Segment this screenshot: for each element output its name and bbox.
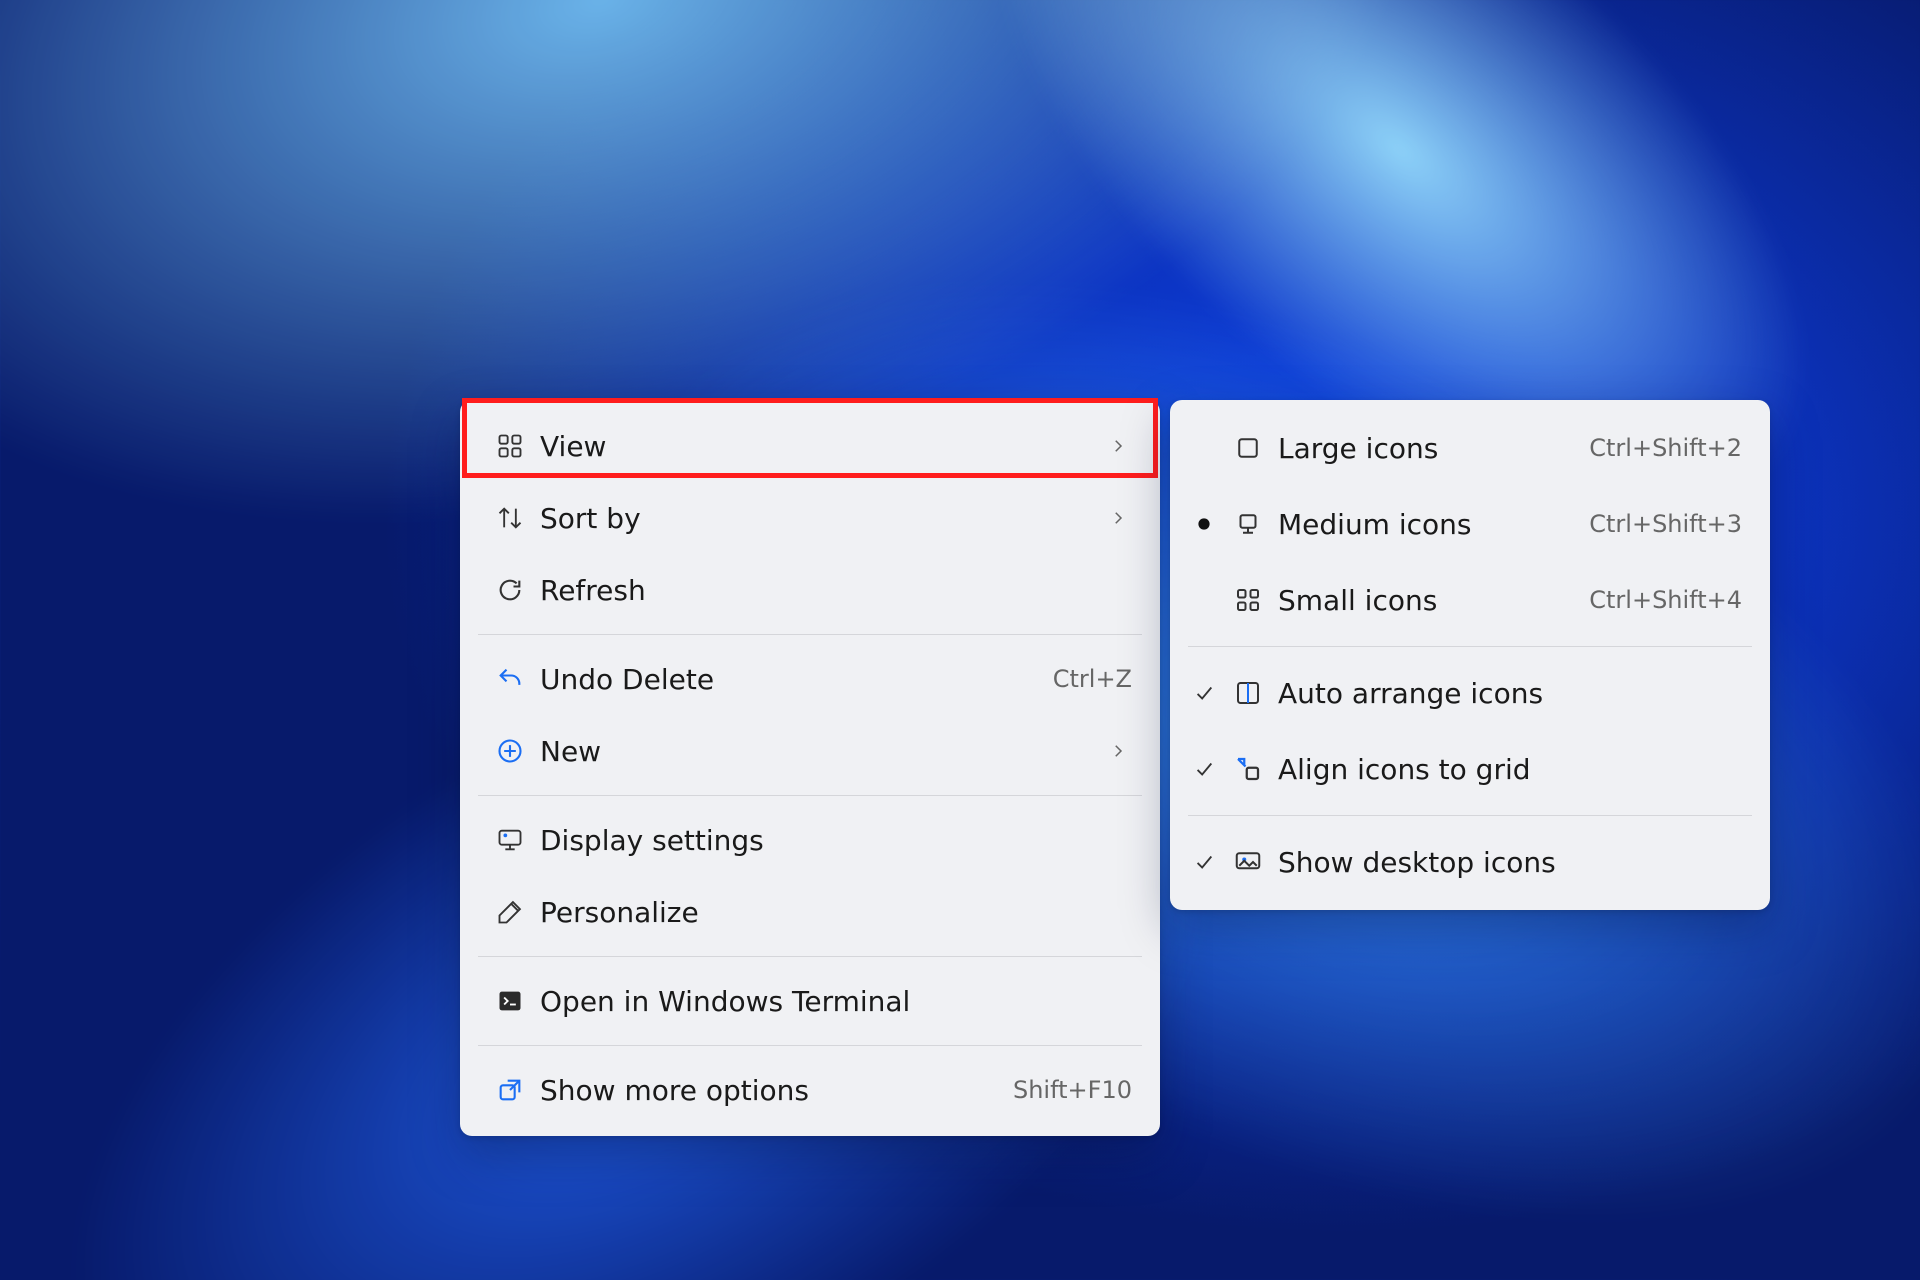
plus-circle-icon bbox=[488, 737, 532, 765]
check-mark-icon bbox=[1184, 851, 1224, 873]
menu-item-show-more-options[interactable]: Show more options Shift+F10 bbox=[460, 1054, 1160, 1126]
submenu-item-auto-arrange[interactable]: Auto arrange icons bbox=[1170, 655, 1770, 731]
menu-item-label: Open in Windows Terminal bbox=[532, 985, 1132, 1018]
menu-item-label: Display settings bbox=[532, 824, 1132, 857]
menu-separator bbox=[1188, 646, 1752, 647]
menu-separator bbox=[478, 1045, 1142, 1046]
open-external-icon bbox=[488, 1076, 532, 1104]
menu-separator bbox=[478, 795, 1142, 796]
align-grid-icon bbox=[1224, 754, 1272, 784]
submenu-item-label: Medium icons bbox=[1272, 508, 1589, 541]
radio-mark-selected bbox=[1184, 517, 1224, 531]
chevron-right-icon bbox=[1104, 742, 1132, 760]
medium-icons-icon bbox=[1224, 509, 1272, 539]
check-mark-icon bbox=[1184, 758, 1224, 780]
submenu-item-label: Large icons bbox=[1272, 432, 1589, 465]
menu-item-personalize[interactable]: Personalize bbox=[460, 876, 1160, 948]
desktop-context-menu: View Sort by Refresh bbox=[460, 400, 1160, 1136]
menu-item-shortcut: Ctrl+Z bbox=[1037, 665, 1132, 693]
submenu-item-label: Show desktop icons bbox=[1272, 846, 1742, 879]
menu-item-label: Personalize bbox=[532, 896, 1132, 929]
sort-arrows-icon bbox=[488, 504, 532, 532]
menu-separator bbox=[1188, 815, 1752, 816]
menu-item-view[interactable]: View bbox=[460, 410, 1160, 482]
brush-icon bbox=[488, 898, 532, 926]
small-icons-icon bbox=[1224, 585, 1272, 615]
menu-item-label: Show more options bbox=[532, 1074, 997, 1107]
submenu-item-label: Small icons bbox=[1272, 584, 1589, 617]
menu-item-refresh[interactable]: Refresh bbox=[460, 554, 1160, 626]
menu-item-label: Refresh bbox=[532, 574, 1132, 607]
show-desktop-icon bbox=[1224, 847, 1272, 877]
view-submenu: Large icons Ctrl+Shift+2 Medium icons Ct… bbox=[1170, 400, 1770, 910]
display-settings-icon bbox=[488, 826, 532, 854]
menu-item-label: Sort by bbox=[532, 502, 1104, 535]
menu-separator bbox=[478, 634, 1142, 635]
undo-icon bbox=[488, 665, 532, 693]
large-icons-icon bbox=[1224, 433, 1272, 463]
menu-item-sort-by[interactable]: Sort by bbox=[460, 482, 1160, 554]
menu-item-windows-terminal[interactable]: Open in Windows Terminal bbox=[460, 965, 1160, 1037]
menu-item-new[interactable]: New bbox=[460, 715, 1160, 787]
refresh-icon bbox=[488, 576, 532, 604]
menu-item-label: New bbox=[532, 735, 1104, 768]
menu-item-undo-delete[interactable]: Undo Delete Ctrl+Z bbox=[460, 643, 1160, 715]
menu-item-display-settings[interactable]: Display settings bbox=[460, 804, 1160, 876]
menu-item-label: View bbox=[532, 430, 1104, 463]
submenu-item-large-icons[interactable]: Large icons Ctrl+Shift+2 bbox=[1170, 410, 1770, 486]
auto-arrange-icon bbox=[1224, 678, 1272, 708]
grid-icon bbox=[488, 432, 532, 460]
check-mark-icon bbox=[1184, 682, 1224, 704]
submenu-item-label: Align icons to grid bbox=[1272, 753, 1742, 786]
chevron-right-icon bbox=[1104, 509, 1132, 527]
menu-item-label: Undo Delete bbox=[532, 663, 1037, 696]
submenu-item-label: Auto arrange icons bbox=[1272, 677, 1742, 710]
menu-item-shortcut: Shift+F10 bbox=[997, 1076, 1132, 1104]
submenu-item-show-desktop-icons[interactable]: Show desktop icons bbox=[1170, 824, 1770, 900]
submenu-item-shortcut: Ctrl+Shift+4 bbox=[1589, 586, 1742, 614]
submenu-item-align-to-grid[interactable]: Align icons to grid bbox=[1170, 731, 1770, 807]
chevron-right-icon bbox=[1104, 437, 1132, 455]
submenu-item-small-icons[interactable]: Small icons Ctrl+Shift+4 bbox=[1170, 562, 1770, 638]
terminal-icon bbox=[488, 987, 532, 1015]
submenu-item-shortcut: Ctrl+Shift+3 bbox=[1589, 510, 1742, 538]
submenu-item-medium-icons[interactable]: Medium icons Ctrl+Shift+3 bbox=[1170, 486, 1770, 562]
submenu-item-shortcut: Ctrl+Shift+2 bbox=[1589, 434, 1742, 462]
menu-separator bbox=[478, 956, 1142, 957]
